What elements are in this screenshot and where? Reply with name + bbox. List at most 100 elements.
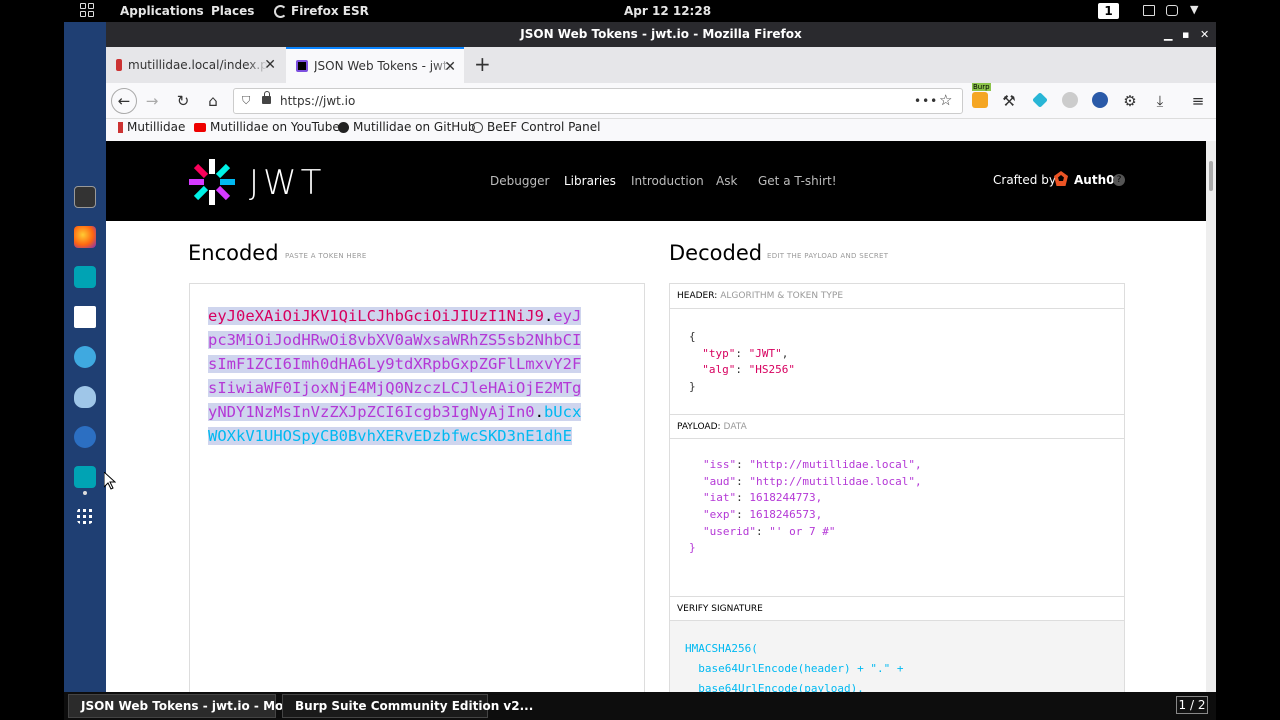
globe-icon [472,121,483,133]
forward-button[interactable]: → [141,90,163,112]
download-icon[interactable]: ⤓ [1149,90,1171,112]
close-tab-icon[interactable]: ✕ [264,57,276,73]
json-value[interactable]: "http://mutillidae.local", [749,458,921,471]
section-label: PAYLOAD: [677,422,721,432]
close-tab-icon[interactable]: ✕ [444,59,456,75]
globe-icon[interactable] [1092,92,1108,108]
show-apps-icon[interactable] [77,508,93,524]
window-titlebar: JSON Web Tokens - jwt.io - Mozilla Firef… [106,22,1216,47]
zap-icon[interactable] [74,426,96,448]
json-value[interactable]: 1618246573, [749,508,822,521]
payload-json-editor[interactable]: "iss": "http://mutillidae.local", "aud":… [703,457,922,541]
maximize-icon[interactable]: ▪ [1182,22,1189,47]
help-icon[interactable]: ? [1113,174,1125,186]
page-scrollbar[interactable] [1206,141,1216,692]
json-value[interactable]: "http://mutillidae.local", [749,475,921,488]
places-menu[interactable]: Places [211,4,254,18]
workspace-indicator[interactable]: 1 [1098,3,1119,19]
json-value[interactable]: "' or 7 #" [769,525,835,538]
verify-code[interactable]: HMACSHA256( base64UrlEncode(header) + ".… [685,639,904,692]
jwt-logo-icon[interactable] [188,158,236,206]
json-key: exp [709,508,730,522]
verify-line: base64UrlEncode(payload), [685,682,864,692]
mutillidae-favicon [118,121,123,133]
github-icon [338,121,349,133]
url-bar[interactable]: ⛉ https://jwt.io ••• ☆ [233,88,963,114]
nav-introduction[interactable]: Introduction [631,174,704,188]
metasploit-icon[interactable] [74,386,96,408]
tab-jwt[interactable]: JSON Web Tokens - jwt.io ✕ [286,47,464,83]
active-app-label: Firefox ESR [291,4,369,18]
token-text[interactable]: eyJ0eXAiOiJKV1QiLCJhbGciOiJIUzI1NiJ9.eyJ… [208,304,588,448]
new-tab-button[interactable]: + [474,52,491,76]
menu-icon[interactable]: ≡ [1187,90,1209,112]
payload-section-title: PAYLOAD: DATA [670,414,1124,439]
url-text[interactable]: https://jwt.io [280,89,355,113]
bookmark-star-icon[interactable]: ☆ [939,88,952,112]
active-app-menu[interactable]: Firefox ESR [274,4,369,18]
nav-bar: ← → ↻ ⌂ ⛉ https://jwt.io ••• ☆ Burp ⚒ ⚙ … [106,83,1216,119]
nav-tshirt[interactable]: Get a T-shirt! [758,174,837,188]
bookmark-github[interactable]: Mutillidae on GitHub [338,120,476,134]
firefox-window: JSON Web Tokens - jwt.io - Mozilla Firef… [106,22,1216,692]
tab-mutillidae[interactable]: mutillidae.local/index.php ✕ [106,47,284,83]
json-value[interactable]: JWT [755,347,775,360]
nav-debugger[interactable]: Debugger [490,174,549,188]
activities-grid-icon[interactable] [80,3,94,17]
back-button[interactable]: ← [111,88,137,114]
json-value[interactable]: 1618244773, [749,491,822,504]
jwt-wordmark[interactable]: JWT [249,163,325,203]
page-actions-icon[interactable]: ••• [914,89,938,113]
nav-ask[interactable]: Ask [716,174,737,188]
json-key: aud [709,474,730,488]
auth0-link[interactable]: Auth0 [1074,173,1114,187]
applications-menu[interactable]: Applications [120,4,204,18]
reload-button[interactable]: ↻ [172,90,194,112]
tab-strip: mutillidae.local/index.php ✕ JSON Web To… [106,47,1216,83]
bookmark-youtube[interactable]: Mutillidae on YouTube [194,120,340,134]
nav-libraries[interactable]: Libraries [564,174,616,188]
decoded-panel: HEADER: ALGORITHM & TOKEN TYPE { "typ": "… [669,283,1125,692]
bookmark-beef[interactable]: BeEF Control Panel [472,120,600,134]
fingerprint-icon[interactable] [1062,92,1078,108]
minimize-icon[interactable]: ▁ [1164,22,1172,47]
screen-icon[interactable] [1143,5,1155,16]
taskbar-item-burp[interactable]: Burp Suite Community Edition v2... [282,694,533,718]
header-json-editor[interactable]: { "typ": "JWT", "alg": "HS256" } [689,329,795,396]
scrollbar-thumb[interactable] [1209,161,1213,191]
terminal-icon[interactable] [74,186,96,208]
lock-icon[interactable] [262,91,271,104]
json-value[interactable]: HS256 [755,363,788,376]
clock[interactable]: Apr 12 12:28 [624,4,711,18]
crafted-by-label: Crafted by [993,173,1056,187]
dock [64,22,106,692]
shield-icon[interactable]: ⛉ [242,89,250,113]
gear-icon[interactable]: ⚙ [1119,90,1141,112]
token-dot: . [543,307,554,325]
close-window-icon[interactable]: ✕ [1200,22,1209,47]
bookmark-mutillidae[interactable]: Mutillidae [118,120,185,134]
verify-section-title: VERIFY SIGNATURE [670,596,1124,621]
burp-icon[interactable] [74,266,96,288]
mutillidae-favicon [116,59,122,71]
taskbar-item-firefox[interactable]: JSON Web Tokens - jwt.io - Mozill... [68,694,316,718]
token-header[interactable]: eyJ0eXAiOiJKV1QiLCJhbGciOiJIUzI1NiJ9 [208,307,544,325]
extension-icon[interactable] [1032,92,1048,108]
network-icon[interactable] [1166,5,1178,16]
bookmarks-bar: Mutillidae Mutillidae on YouTube Mutilli… [106,119,1216,141]
burp-suite-icon[interactable] [74,466,96,488]
youtube-icon [194,122,206,132]
power-icon[interactable]: ▼ [1190,3,1198,16]
burp-extension-icon[interactable]: Burp [972,83,991,108]
burp-badge: Burp [972,83,991,91]
wireshark-icon[interactable] [74,346,96,368]
encoded-token-editor[interactable]: eyJ0eXAiOiJKV1QiLCJhbGciOiJIUzI1NiJ9.eyJ… [189,283,645,692]
decoded-title: Decoded [669,241,763,265]
firefox-icon[interactable] [74,226,96,248]
bookmark-label: Mutillidae on GitHub [353,120,476,134]
home-button[interactable]: ⌂ [202,90,224,112]
text-editor-icon[interactable] [74,306,96,328]
wrench-icon[interactable]: ⚒ [998,90,1020,112]
workspace-pager[interactable]: 1 / 2 [1176,696,1208,714]
auth0-icon[interactable] [1052,170,1070,188]
